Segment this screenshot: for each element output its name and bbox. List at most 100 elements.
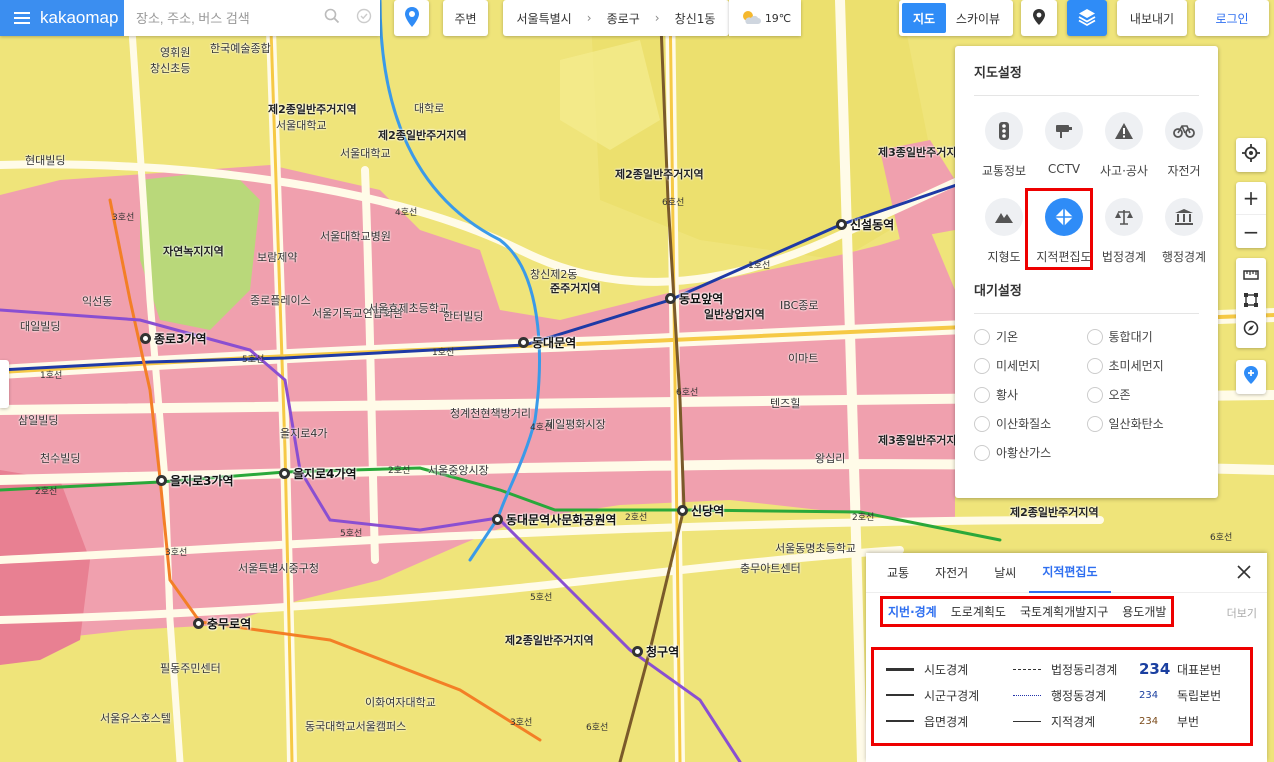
traffic-light-icon — [985, 112, 1023, 150]
tab-cadastral[interactable]: 지적편집도 — [1029, 553, 1111, 593]
station-marker[interactable]: 신당역 — [677, 502, 724, 519]
place-label: 현대빌딩 — [25, 154, 66, 167]
legend-subtabs: 지번·경계 도로계획도 국토계획개발지구 용도개발 — [880, 596, 1175, 627]
place-label: 삼일빌딩 — [18, 414, 59, 427]
legend-row: 법정동리경계 — [1013, 656, 1139, 682]
station-marker[interactable]: 청구역 — [632, 643, 679, 660]
scale-icon — [1105, 198, 1143, 236]
menu-icon[interactable] — [14, 12, 30, 24]
place-label: 서울대학교병원 — [320, 230, 391, 243]
chevron-right-icon: › — [586, 11, 592, 25]
government-icon — [1165, 198, 1203, 236]
zone-label: 제2종일반주거지역 — [615, 168, 704, 181]
air-options: 기온 통합대기 미세먼지 초미세먼지 황사 오존 이산화질소 일산화탄소 아황산… — [974, 328, 1199, 461]
place-label: 익선동 — [82, 295, 113, 308]
my-location-button[interactable] — [1236, 138, 1266, 172]
tab-weather[interactable]: 날씨 — [981, 553, 1029, 593]
station-marker[interactable]: 동묘앞역 — [665, 290, 723, 307]
check-circle-icon[interactable] — [356, 8, 372, 28]
place-label: 서울유스호스텔 — [100, 712, 171, 725]
export-button[interactable]: 내보내기 — [1117, 0, 1187, 36]
air-option-so2[interactable]: 아황산가스 — [974, 444, 1087, 461]
air-option-ozone[interactable]: 오존 — [1086, 386, 1200, 403]
legend-row: 시군구경계 — [886, 682, 1013, 708]
place-label: 종로플레이스 — [250, 294, 311, 307]
logo-text: kakaomap — [40, 8, 119, 27]
air-option-pm25[interactable]: 초미세먼지 — [1086, 357, 1200, 374]
zoom-in-button[interactable]: + — [1236, 182, 1266, 215]
nearby-button[interactable]: 주변 — [443, 0, 488, 36]
layer-bicycle[interactable]: 자전거 — [1154, 112, 1214, 198]
legend-table: 시도경계 시군구경계 읍면경계 법정동리경계 행정동경계 지적경계 234 대표본… — [871, 647, 1253, 746]
cctv-icon — [1045, 112, 1083, 150]
subtab-land-use[interactable]: 용도개발 — [1122, 603, 1166, 620]
subway-line-label: 6호선 — [662, 198, 685, 208]
app-logo[interactable]: kakaomap — [0, 0, 124, 36]
add-place-button[interactable] — [1236, 360, 1266, 394]
breadcrumb-item[interactable]: 종로구 — [607, 10, 640, 27]
ruler-icon[interactable] — [1243, 266, 1259, 285]
station-marker[interactable]: 충무로역 — [193, 615, 251, 632]
layer-traffic[interactable]: 교통정보 — [974, 112, 1034, 198]
more-link[interactable]: 더보기 — [1227, 605, 1257, 621]
place-label: IBC종로 — [780, 299, 819, 312]
skyview-button[interactable]: 스카이뷰 — [946, 10, 1010, 27]
subway-line-label: 2호선 — [388, 466, 411, 476]
station-marker[interactable]: 신설동역 — [836, 216, 894, 233]
location-pin-button[interactable] — [1021, 0, 1057, 36]
layer-admin-boundary[interactable]: 행정경계 — [1154, 198, 1214, 284]
left-panel-toggle[interactable] — [0, 360, 9, 408]
station-marker[interactable]: 을지로3가역 — [156, 472, 234, 489]
legend-tabs: 교통 자전거 날씨 지적편집도 — [866, 553, 1267, 593]
subtab-parcel-boundary[interactable]: 지번·경계 — [888, 603, 937, 620]
subway-line-label: 5호선 — [340, 529, 363, 539]
layers-button[interactable] — [1067, 0, 1107, 36]
layers-icon — [1077, 7, 1097, 30]
air-option-temperature[interactable]: 기온 — [974, 328, 1087, 345]
tab-traffic[interactable]: 교통 — [874, 553, 922, 593]
station-marker[interactable]: 동대문역사문화공원역 — [492, 511, 616, 528]
air-option-yellow-dust[interactable]: 황사 — [974, 386, 1087, 403]
place-label: 이화여자대학교 — [365, 696, 436, 709]
close-icon[interactable] — [1237, 564, 1253, 580]
air-option-integrated[interactable]: 통합대기 — [1086, 328, 1200, 345]
search-input[interactable] — [136, 10, 316, 26]
layer-legal-boundary[interactable]: 법정경계 — [1094, 198, 1154, 284]
bicycle-icon — [1165, 112, 1203, 150]
place-label: 동국대학교서울캠퍼스 — [305, 720, 407, 733]
subtab-road-plan[interactable]: 도로계획도 — [951, 603, 1006, 620]
zone-label: 일반상업지역 — [704, 308, 765, 321]
breadcrumb-item[interactable]: 창신1동 — [675, 10, 716, 27]
route-button[interactable] — [394, 0, 429, 36]
temperature: 19℃ — [764, 11, 792, 25]
map-type-toggle: 지도 스카이뷰 — [899, 0, 1013, 36]
compass-icon[interactable] — [1243, 320, 1259, 340]
legend-row: 행정동경계 — [1013, 682, 1139, 708]
air-option-pm10[interactable]: 미세먼지 — [974, 357, 1087, 374]
mountain-icon — [985, 198, 1023, 236]
station-marker[interactable]: 동대문역 — [518, 334, 576, 351]
tab-bicycle[interactable]: 자전거 — [922, 553, 981, 593]
layer-accident[interactable]: 사고·공사 — [1094, 112, 1154, 198]
air-option-no2[interactable]: 이산화질소 — [974, 415, 1087, 432]
breadcrumb-item[interactable]: 서울특별시 — [517, 10, 572, 27]
weather-widget[interactable]: 19℃ — [729, 0, 801, 36]
layer-cctv[interactable]: CCTV — [1034, 112, 1094, 198]
map-view-button[interactable]: 지도 — [902, 3, 946, 33]
place-label: 서울특별시중구청 — [238, 562, 319, 575]
station-marker[interactable]: 을지로4가역 — [279, 465, 357, 482]
login-button[interactable]: 로그인 — [1195, 0, 1269, 36]
subway-line-label: 3호선 — [112, 213, 135, 223]
search-icon[interactable] — [324, 8, 340, 28]
place-label: 서울대학교 — [276, 119, 327, 132]
area-measure-icon[interactable] — [1243, 292, 1259, 312]
subway-line-label: 3호선 — [510, 718, 533, 728]
zone-label: 제3종일반주거지역 — [878, 434, 967, 447]
map-settings-title: 지도설정 — [974, 62, 1199, 96]
zoom-out-button[interactable]: − — [1236, 215, 1266, 248]
place-label: 한터빌딩 — [443, 310, 484, 323]
station-marker[interactable]: 종로3가역 — [140, 330, 207, 347]
subtab-development-zone[interactable]: 국토계획개발지구 — [1020, 603, 1108, 620]
place-label: 서울중앙시장 — [428, 464, 489, 477]
air-option-co[interactable]: 일산화탄소 — [1086, 415, 1200, 432]
